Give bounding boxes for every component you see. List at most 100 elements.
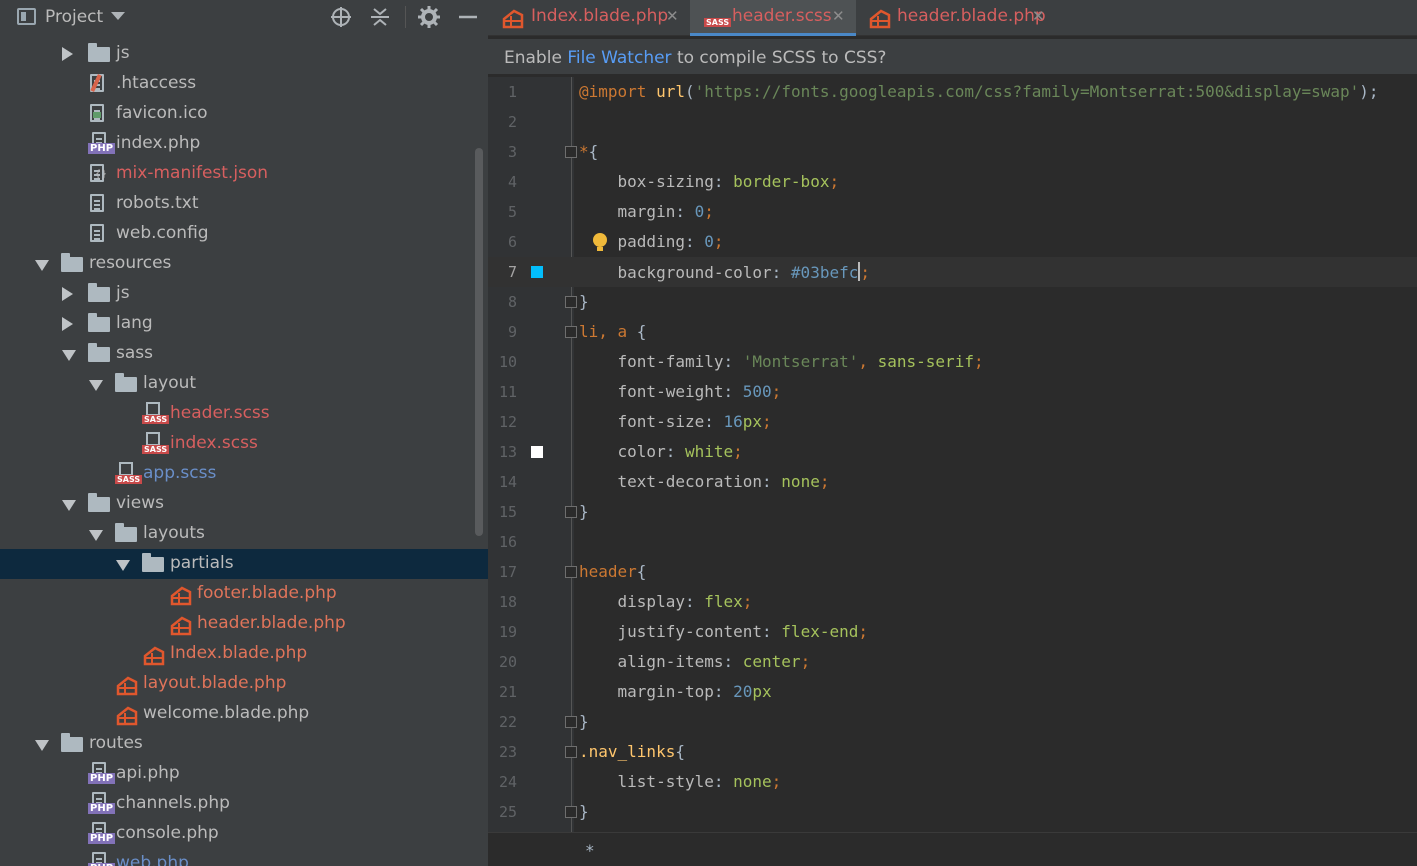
project-panel-title[interactable]: Project [45,7,103,27]
close-icon[interactable]: ✕ [832,7,845,25]
tree-folder[interactable]: views [0,489,488,519]
collapse-arrow-icon[interactable] [62,47,73,61]
tree-file[interactable]: welcome.blade.php [0,699,488,729]
locate-icon[interactable] [329,5,353,29]
tree-file[interactable]: header.blade.php [0,609,488,639]
code-line[interactable]: 6 padding: 0; [488,227,1417,257]
tree-file[interactable]: SASS index.scss [0,429,488,459]
collapse-arrow-icon[interactable] [62,287,73,301]
code-line[interactable]: 11 font-weight: 500; [488,377,1417,407]
tree-file[interactable]: robots.txt [0,189,488,219]
expand-arrow-icon[interactable] [62,350,76,361]
tree-folder[interactable]: routes [0,729,488,759]
breadcrumb-item[interactable]: * [585,841,595,860]
fold-marker-icon[interactable] [565,746,577,758]
tree-file[interactable]: PHP index.php [0,129,488,159]
chevron-down-icon[interactable] [111,12,125,20]
expand-arrow-icon[interactable] [35,740,49,751]
tree-file[interactable]: SASS header.scss [0,399,488,429]
tree-file[interactable]: Index.blade.php [0,639,488,669]
code-line[interactable]: 19 justify-content: flex-end; [488,617,1417,647]
code-line[interactable]: 16 [488,527,1417,557]
tree-file[interactable]: layout.blade.php [0,669,488,699]
tree-folder[interactable]: resources [0,249,488,279]
tree-file[interactable]: PHP api.php [0,759,488,789]
collapse-arrow-icon[interactable] [62,317,73,331]
code-line[interactable]: 7 background-color: #03befc; [488,257,1417,287]
fold-marker-icon[interactable] [565,806,577,818]
tree-folder[interactable]: js [0,39,488,69]
tree-file[interactable]: PHP console.php [0,819,488,849]
fold-marker-icon[interactable] [565,146,577,158]
code-editor[interactable]: 1 @import url('https://fonts.googleapis.c… [488,77,1417,827]
tree-file[interactable]: SASS app.scss [0,459,488,489]
minimize-icon[interactable] [456,5,480,29]
code-line[interactable]: 8} [488,287,1417,317]
tree-file[interactable]: {} mix-manifest.json [0,159,488,189]
breadcrumb[interactable]: * [488,832,1417,866]
tree-item-label: web.php [116,853,189,866]
code-line[interactable]: 3 *{ [488,137,1417,167]
expand-arrow-icon[interactable] [116,560,130,571]
code-line[interactable]: 14 text-decoration: none; [488,467,1417,497]
expand-arrow-icon[interactable] [35,260,49,271]
tree-file[interactable]: favicon.ico [0,99,488,129]
code-line[interactable]: 22} [488,707,1417,737]
tree-folder[interactable]: lang [0,309,488,339]
fold-marker-icon[interactable] [565,296,577,308]
color-swatch-icon[interactable] [531,266,543,278]
code-line[interactable]: 23 .nav_links{ [488,737,1417,767]
code-line[interactable]: 13 color: white; [488,437,1417,467]
close-icon[interactable]: ✕ [1032,7,1045,25]
tree-item-label: api.php [116,763,180,783]
tree-folder[interactable]: partials [0,549,488,579]
tree-file[interactable]: PHPweb.php [0,849,488,866]
code-line[interactable]: 2 [488,107,1417,137]
fold-marker-icon[interactable] [565,716,577,728]
fold-marker-icon[interactable] [565,326,577,338]
code-line[interactable]: 10 font-family: 'Montserrat', sans-serif… [488,347,1417,377]
code-token: background-color [617,263,772,282]
blade-file-icon [115,674,138,696]
tab-index-blade[interactable]: Index.blade.php ✕ [488,0,687,36]
code-line[interactable]: 9 li, a { [488,317,1417,347]
line-number: 21 [498,683,517,701]
project-scrollbar[interactable] [475,148,483,536]
code-line[interactable]: 21 margin-top: 20px [488,677,1417,707]
tree-file[interactable]: footer.blade.php [0,579,488,609]
tree-folder[interactable]: js [0,279,488,309]
code-line[interactable]: 4 box-sizing: border-box; [488,167,1417,197]
fold-marker-icon[interactable] [565,506,577,518]
tree-file[interactable]: web.config [0,219,488,249]
expand-arrow-icon[interactable] [62,500,76,511]
collapse-all-icon[interactable] [368,5,392,29]
code-line[interactable]: 18 display: flex; [488,587,1417,617]
expand-arrow-icon[interactable] [89,380,103,391]
gear-icon[interactable] [417,5,441,29]
tree-folder[interactable]: layouts [0,519,488,549]
code-line[interactable]: 5 margin: 0; [488,197,1417,227]
fold-marker-icon[interactable] [565,566,577,578]
tree-file[interactable]: .htaccess [0,69,488,99]
code-line[interactable]: 17 header{ [488,557,1417,587]
tree-folder[interactable]: sass [0,339,488,369]
tree-folder[interactable]: layout [0,369,488,399]
code-line[interactable]: 1 @import url('https://fonts.googleapis.c… [488,77,1417,107]
code-token: 16 [723,412,743,431]
color-swatch-icon[interactable] [531,446,543,458]
line-number: 17 [498,563,517,581]
tab-header-scss[interactable]: SASS header.scss ✕ [690,0,856,36]
line-number: 11 [498,383,517,401]
line-number: 10 [498,353,517,371]
tab-header-blade[interactable]: header.blade.php ✕ [855,0,1055,36]
code-line[interactable]: 24 list-style: none; [488,767,1417,797]
code-line[interactable]: 15} [488,497,1417,527]
code-line[interactable]: 25} [488,797,1417,827]
close-icon[interactable]: ✕ [666,7,679,25]
code-line[interactable]: 12 font-size: 16px; [488,407,1417,437]
tree-item-label: favicon.ico [116,103,208,123]
file-watcher-link[interactable]: File Watcher [567,48,671,68]
code-line[interactable]: 20 align-items: center; [488,647,1417,677]
tree-file[interactable]: PHP channels.php [0,789,488,819]
expand-arrow-icon[interactable] [89,530,103,541]
